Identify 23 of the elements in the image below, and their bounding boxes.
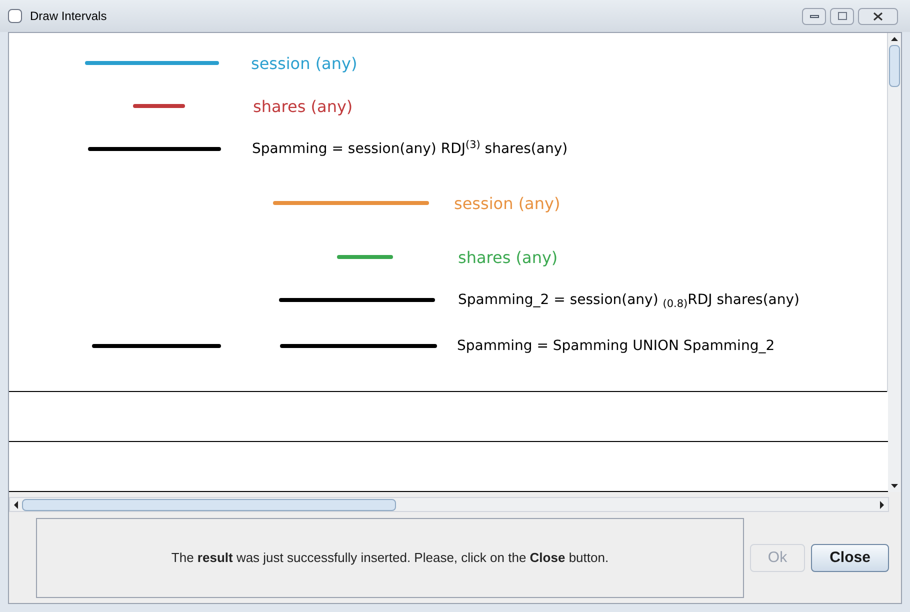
- minimize-icon: [810, 14, 818, 18]
- app-icon: [8, 9, 22, 23]
- close-window-button[interactable]: [858, 8, 898, 24]
- interval-label: session (any): [251, 53, 358, 75]
- interval-label: shares (any): [458, 247, 558, 269]
- interval-label: Spamming_2 = session(any) $_{(0.8)}$RDJ shares(any): [458, 291, 800, 311]
- window-title: Draw Intervals: [30, 8, 108, 25]
- interval-label: session (any): [454, 193, 560, 215]
- horizontal-scrollbar[interactable]: [9, 497, 889, 512]
- interval-label: shares (any): [253, 96, 353, 118]
- up-arrow-icon[interactable]: [891, 37, 898, 41]
- interval-label: Spamming = session(any) RDJ$^{(3)}$ shares(any): [252, 139, 568, 159]
- down-arrow-icon[interactable]: [891, 484, 898, 488]
- scroll-thumb[interactable]: [22, 498, 396, 510]
- close-icon: [873, 12, 883, 20]
- maximize-button[interactable]: [830, 8, 854, 24]
- vertical-scrollbar[interactable]: [887, 33, 901, 492]
- minimize-button[interactable]: [802, 8, 826, 24]
- scroll-thumb[interactable]: [889, 45, 900, 87]
- status-message: The result was just successfully inserted. Please, click on the Close button.: [171, 549, 609, 568]
- interval-label: Spamming = Spamming UNION Spamming_2: [457, 337, 775, 356]
- maximize-icon: [838, 12, 846, 20]
- dialog-button[interactable]: Close: [811, 544, 889, 572]
